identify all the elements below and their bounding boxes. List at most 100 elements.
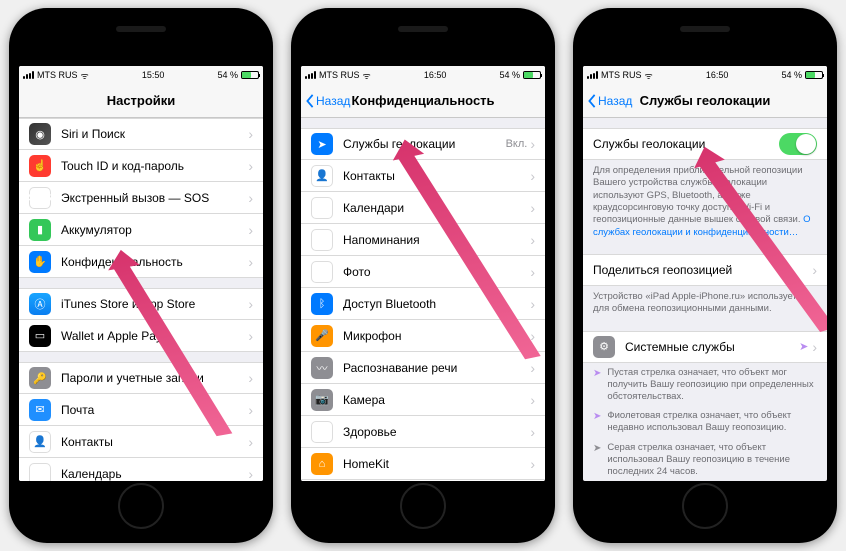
settings-row-speech[interactable]: 〰Распознавание речи› [301, 352, 545, 384]
carrier: MTS RUS [37, 70, 78, 80]
settings-row-cam[interactable]: 📷Камера› [301, 384, 545, 416]
phone-settings: MTS RUS ᯤ 15:50 54 % Настройки ◉Siri и П… [9, 8, 273, 543]
location-toggle-row[interactable]: Службы геолокации [583, 128, 827, 160]
settings-row-batt[interactable]: ▮ Аккумулятор› [19, 214, 263, 246]
settings-row-siri[interactable]: ◉Siri и Поиск› [19, 118, 263, 150]
settings-row-bt[interactable]: ᛒДоступ Bluetooth› [301, 288, 545, 320]
settings-row-mail[interactable]: ✉Почта› [19, 394, 263, 426]
settings-row-cont[interactable]: 👤 Контакты› [19, 426, 263, 458]
screen: MTS RUS ᯤ 16:50 54 % Назад Службы геолок… [583, 66, 827, 481]
chevron-icon: › [248, 434, 253, 450]
location-arrow-icon: ➤ [593, 411, 601, 422]
content[interactable]: ◉Siri и Поиск›☝Touch ID и код-пароль› SOS… [19, 118, 263, 481]
wifi-icon: ᯤ [81, 69, 89, 82]
settings-row-home[interactable]: ⌂ HomeKit› [301, 448, 545, 480]
row-label: Контакты [343, 169, 530, 183]
row-label: Контакты [61, 435, 248, 449]
row-label: Камера [343, 393, 530, 407]
settings-row-touch[interactable]: ☝Touch ID и код-пароль› [19, 150, 263, 182]
content[interactable]: ➤Службы геолокацииВкл.›👤Контакты›▦Календ… [301, 118, 545, 481]
carrier: MTS RUS [319, 70, 360, 80]
health-icon: ♥ [311, 421, 333, 443]
back-button[interactable]: Назад [587, 94, 632, 108]
chevron-icon: › [248, 254, 253, 270]
legend-item: ➤Фиолетовая стрелка означает, что объект… [583, 406, 827, 438]
settings-row-cont[interactable]: 👤Контакты› [301, 160, 545, 192]
screen: MTS RUS ᯤ 15:50 54 % Настройки ◉Siri и П… [19, 66, 263, 481]
home-icon: ⌂ [311, 453, 333, 475]
settings-row-music[interactable]: ♪Медиа и Apple Music› [301, 480, 545, 481]
cam-icon: 📷 [311, 389, 333, 411]
status-bar: MTS RUS ᯤ 15:50 54 % [19, 66, 263, 84]
share-location-row[interactable]: Поделиться геопозицией › [583, 254, 827, 286]
content[interactable]: Службы геолокации Для определения прибли… [583, 118, 827, 481]
carrier: MTS RUS [601, 70, 642, 80]
settings-row-cal[interactable]: ▦Календарь› [19, 458, 263, 481]
row-label: Конфиденциальность [61, 255, 248, 269]
row-label: Почта [61, 403, 248, 417]
settings-row-wallet[interactable]: ▭Wallet и Apple Pay› [19, 320, 263, 352]
store-icon: Ⓐ [29, 293, 51, 315]
chevron-icon: › [530, 328, 535, 344]
system-services-row[interactable]: ⚙ Системные службы ➤ › [583, 331, 827, 363]
row-label: Фото [343, 265, 530, 279]
row-label: Пароли и учетные записи [61, 371, 248, 385]
location-switch[interactable] [779, 133, 817, 155]
sos-icon: SOS [29, 187, 51, 209]
row-label: Напоминания [343, 233, 530, 247]
toggle-label: Службы геолокации [593, 137, 779, 151]
settings-row-sos[interactable]: SOSЭкстренный вызов — SOS› [19, 182, 263, 214]
chevron-icon: › [248, 466, 253, 482]
chevron-icon: › [248, 158, 253, 174]
chevron-icon: › [248, 370, 253, 386]
chevron-icon: › [248, 328, 253, 344]
row-label: Аккумулятор [61, 223, 248, 237]
chevron-icon: › [530, 424, 535, 440]
settings-row-photo[interactable]: ❀Фото› [301, 256, 545, 288]
cal-icon: ▦ [311, 197, 333, 219]
chevron-icon: › [248, 222, 253, 238]
chevron-icon: › [248, 126, 253, 142]
settings-row-health[interactable]: ♥Здоровье› [301, 416, 545, 448]
loc-icon: ➤ [311, 133, 333, 155]
wifi-icon: ᯤ [363, 69, 371, 82]
signal-icon [23, 71, 34, 79]
settings-row-acct[interactable]: 🔑 Пароли и учетные записи› [19, 362, 263, 394]
nav-bar: Назад Службы геолокации [583, 84, 827, 118]
cont-icon: 👤 [29, 431, 51, 453]
chevron-icon: › [530, 296, 535, 312]
acct-icon: 🔑 [29, 367, 51, 389]
speech-icon: 〰 [311, 357, 333, 379]
back-button[interactable]: Назад [305, 94, 350, 108]
chevron-icon: › [530, 168, 535, 184]
row-label: Службы геолокации [343, 137, 506, 151]
back-label: Назад [316, 94, 350, 108]
settings-row-cal[interactable]: ▦Календари› [301, 192, 545, 224]
row-label: HomeKit [343, 457, 530, 471]
chevron-icon: › [530, 200, 535, 216]
row-label: Wallet и Apple Pay [61, 329, 248, 343]
priv-icon: ✋ [29, 251, 51, 273]
settings-row-store[interactable]: ⒶiTunes Store и App Store› [19, 288, 263, 320]
chevron-icon: › [530, 456, 535, 472]
row-label: Экстренный вызов — SOS [61, 191, 248, 205]
page-title: Настройки [107, 93, 176, 108]
screen: MTS RUS ᯤ 16:50 54 % Назад Конфиденциаль… [301, 66, 545, 481]
location-arrow-icon: ➤ [799, 340, 808, 353]
phone-privacy: MTS RUS ᯤ 16:50 54 % Назад Конфиденциаль… [291, 8, 555, 543]
battery-pct: 54 % [217, 70, 238, 80]
chevron-icon: › [248, 296, 253, 312]
settings-row-loc[interactable]: ➤Службы геолокацииВкл.› [301, 128, 545, 160]
settings-row-priv[interactable]: ✋ Конфиденциальность› [19, 246, 263, 278]
settings-row-remind[interactable]: ☰Напоминания› [301, 224, 545, 256]
location-arrow-icon: ➤ [593, 443, 601, 454]
page-title: Службы геолокации [640, 93, 771, 108]
batt-icon: ▮ [29, 219, 51, 241]
page-title: Конфиденциальность [351, 93, 494, 108]
battery-pct: 54 % [781, 70, 802, 80]
battery-icon [241, 71, 259, 79]
settings-row-mic[interactable]: 🎤Микрофон› [301, 320, 545, 352]
time: 15:50 [142, 70, 165, 80]
location-description: Для определения приблизительной геопозиц… [583, 160, 827, 244]
back-label: Назад [598, 94, 632, 108]
